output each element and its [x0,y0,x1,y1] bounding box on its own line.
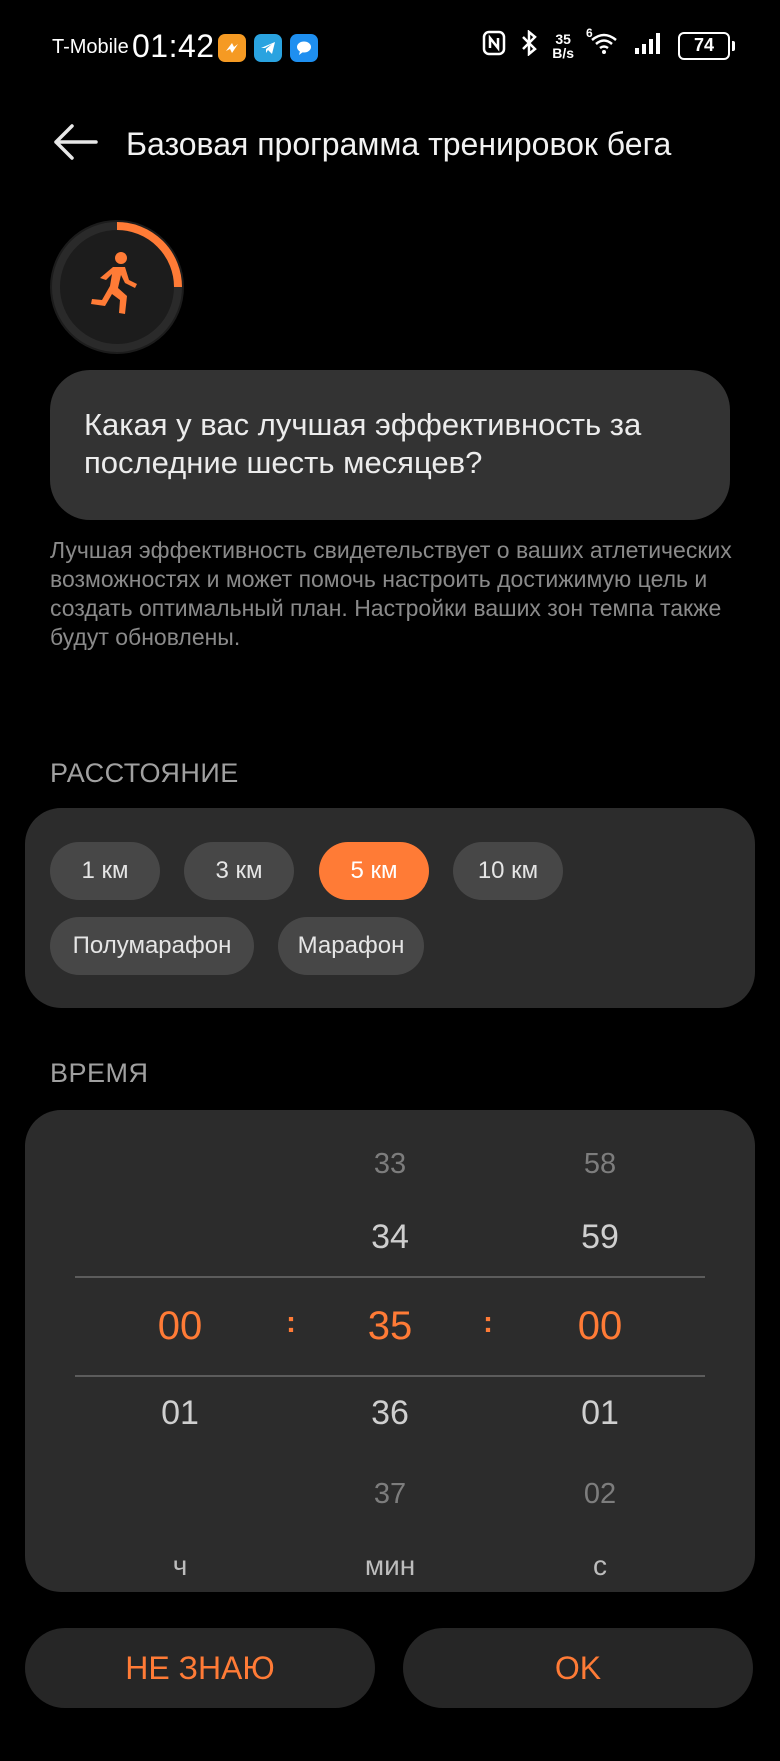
ok-button[interactable]: OK [403,1628,753,1708]
dont-know-button[interactable]: НЕ ЗНАЮ [25,1628,375,1708]
distance-option-half-marathon[interactable]: Полумарафон [50,917,254,975]
progress-ring [50,220,184,354]
seconds-below-1[interactable]: 01 [540,1394,660,1433]
time-label: ВРЕМЯ [50,1058,149,1088]
page-title: Базовая программа тренировок бега [126,126,672,162]
hours-selected[interactable]: 00 [120,1304,240,1349]
carrier-label: T-Mobile [52,36,129,58]
wifi-icon: 6 [586,26,620,61]
seconds-selected[interactable]: 00 [540,1304,660,1349]
minutes-below-2[interactable]: 37 [330,1478,450,1511]
seconds-unit: с [593,1550,607,1581]
hours-unit: ч [172,1550,188,1581]
telegram-icon [254,34,282,62]
distance-label: РАССТОЯНИЕ [50,758,239,788]
time-separator-2: : [483,1306,493,1339]
net-speed: 35 B/s [552,32,574,60]
minutes-unit: мин [364,1550,416,1581]
wifi-label: 6 [586,26,593,40]
minutes-selected[interactable]: 35 [330,1304,450,1349]
question-text: Какая у вас лучшая эффективность за посл… [84,407,642,480]
distance-option-marathon[interactable]: Марафон [278,917,424,975]
distance-option-10km[interactable]: 10 км [453,842,563,900]
battery-icon: 74 [678,31,735,60]
minutes-above-2[interactable]: 33 [330,1148,450,1181]
net-speed-unit: B/s [552,44,574,61]
question-description: Лучшая эффективность свидетельствует о в… [50,537,732,650]
nfc-icon [482,30,506,61]
seconds-below-2[interactable]: 02 [540,1478,660,1511]
time-picker-card[interactable]: 00 01 ч : 33 34 35 36 37 мин : 58 59 00 … [25,1110,755,1592]
bluetooth-icon [520,29,538,61]
question-bubble: Какая у вас лучшая эффективность за посл… [50,370,730,520]
distance-card: 1 км 3 км 5 км 10 км Полумарафон Марафон [25,808,755,1008]
battery-level: 74 [693,35,715,55]
status-time: 01:42 [132,28,215,64]
seconds-above-2[interactable]: 58 [540,1148,660,1181]
selection-line-bottom [75,1375,705,1377]
orange-app-icon [218,34,246,62]
back-button[interactable] [52,122,102,166]
minutes-above-1[interactable]: 34 [330,1218,450,1257]
messages-icon [290,34,318,62]
distance-option-1km[interactable]: 1 км [50,842,160,900]
status-icons: 35 B/s 6 74 [482,26,735,61]
signal-icon [634,31,664,60]
distance-option-5km[interactable]: 5 км [319,842,429,900]
seconds-above-1[interactable]: 59 [540,1218,660,1257]
time-separator-1: : [286,1306,296,1339]
selection-line-top [75,1276,705,1278]
hours-below-1[interactable]: 01 [120,1394,240,1433]
distance-option-3km[interactable]: 3 км [184,842,294,900]
minutes-below-1[interactable]: 36 [330,1394,450,1433]
net-speed-value: 35 [555,30,571,47]
back-arrow-icon [54,124,98,160]
